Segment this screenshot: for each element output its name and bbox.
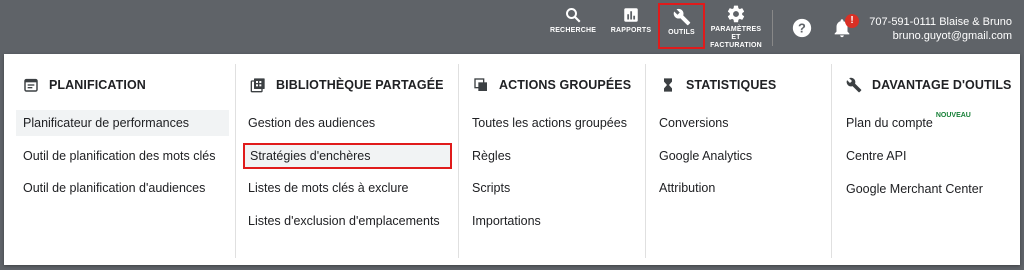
menu-item-negative-keyword-lists[interactable]: Listes de mots clés à exclure	[248, 175, 409, 201]
notification-badge: !	[845, 14, 859, 28]
settings-label-line2: ET	[731, 34, 741, 41]
search-icon	[566, 8, 581, 23]
search-label: RECHERCHE	[549, 27, 597, 34]
measurement-column: STATISTIQUES Conversions Google Analytic…	[645, 54, 831, 265]
menu-item-placement-exclusion-lists[interactable]: Listes d'exclusion d'emplacements	[248, 208, 440, 234]
reports-button[interactable]: RAPPORTS	[608, 6, 654, 35]
menu-item-account-map[interactable]: Plan du compteNOUVEAU	[846, 110, 971, 136]
menu-item-api-center[interactable]: Centre API	[846, 143, 906, 169]
wrench-icon	[845, 76, 863, 94]
menu-item-bid-strategies[interactable]: Stratégies d'enchères	[243, 143, 452, 169]
menu-item-scripts[interactable]: Scripts	[472, 175, 510, 201]
column-divider	[235, 64, 236, 258]
new-badge: NOUVEAU	[935, 112, 971, 119]
wrench-icon	[673, 8, 690, 26]
menu-item-keyword-planner[interactable]: Outil de planification des mots clés	[23, 143, 215, 169]
menu-item-all-bulk-actions[interactable]: Toutes les actions groupées	[472, 110, 627, 136]
account-map-label: Plan du compte	[846, 116, 933, 130]
top-toolbar: RECHERCHE RAPPORTS OUTILS PARAMÈTRES ET FA…	[0, 0, 1024, 54]
toolbar-divider	[772, 10, 773, 46]
hourglass-icon	[659, 76, 677, 94]
library-icon	[249, 76, 267, 94]
copy-stack-icon	[472, 76, 490, 94]
menu-item-uploads[interactable]: Importations	[472, 208, 541, 234]
search-button[interactable]: RECHERCHE	[550, 6, 596, 35]
menu-item-merchant-center[interactable]: Google Merchant Center	[846, 176, 983, 202]
more-tools-column: DAVANTAGE D'OUTILS Plan du compteNOUVEAU…	[831, 54, 1020, 265]
tools-label: OUTILS	[668, 29, 695, 36]
bulk-actions-header: ACTIONS GROUPÉES	[472, 76, 631, 94]
bulk-actions-title: ACTIONS GROUPÉES	[499, 78, 632, 92]
measurement-header: STATISTIQUES	[659, 76, 776, 94]
svg-text:?: ?	[798, 21, 806, 36]
help-icon: ?	[792, 18, 812, 38]
bulk-actions-column: ACTIONS GROUPÉES Toutes les actions grou…	[458, 54, 645, 265]
account-name: 707-591-0111 Blaise & Bruno	[869, 16, 1012, 28]
menu-item-google-analytics[interactable]: Google Analytics	[659, 143, 752, 169]
calendar-icon	[22, 76, 40, 94]
planning-title: PLANIFICATION	[49, 78, 146, 92]
reports-label: RAPPORTS	[610, 27, 652, 34]
settings-button[interactable]: PARAMÈTRES ET FACTURATION	[709, 4, 763, 50]
shared-library-column: BIBLIOTHÈQUE PARTAGÉE Gestion des audien…	[235, 54, 458, 265]
account-email: bruno.guyot@gmail.com	[892, 30, 1012, 42]
menu-item-audience-planner[interactable]: Outil de planification d'audiences	[23, 175, 205, 201]
menu-item-attribution[interactable]: Attribution	[659, 175, 715, 201]
menu-item-performance-planner[interactable]: Planificateur de performances	[16, 110, 229, 136]
gear-icon	[727, 5, 745, 23]
account-info[interactable]: 707-591-0111 Blaise & Bruno bruno.guyot@…	[869, 15, 1012, 43]
settings-label: PARAMÈTRES ET FACTURATION	[710, 26, 762, 50]
tools-button[interactable]: OUTILS	[658, 3, 705, 49]
column-divider	[458, 64, 459, 258]
settings-label-line1: PARAMÈTRES	[710, 26, 762, 33]
reports-icon	[624, 8, 638, 22]
help-button[interactable]: ?	[790, 17, 814, 39]
tools-menu-panel: PLANIFICATION Planificateur de performan…	[4, 54, 1020, 265]
menu-item-audience-manager[interactable]: Gestion des audiences	[248, 110, 375, 136]
measurement-title: STATISTIQUES	[686, 78, 777, 92]
settings-label-line3: FACTURATION	[710, 42, 762, 49]
menu-item-conversions[interactable]: Conversions	[659, 110, 728, 136]
more-tools-title: DAVANTAGE D'OUTILS	[872, 78, 1012, 92]
menu-item-rules[interactable]: Règles	[472, 143, 511, 169]
column-divider	[645, 64, 646, 258]
planning-header: PLANIFICATION	[22, 76, 146, 94]
column-divider	[831, 64, 832, 258]
shared-library-header: BIBLIOTHÈQUE PARTAGÉE	[249, 76, 444, 94]
shared-library-title: BIBLIOTHÈQUE PARTAGÉE	[276, 78, 444, 92]
more-tools-header: DAVANTAGE D'OUTILS	[845, 76, 1012, 94]
planning-column: PLANIFICATION Planificateur de performan…	[4, 54, 235, 265]
